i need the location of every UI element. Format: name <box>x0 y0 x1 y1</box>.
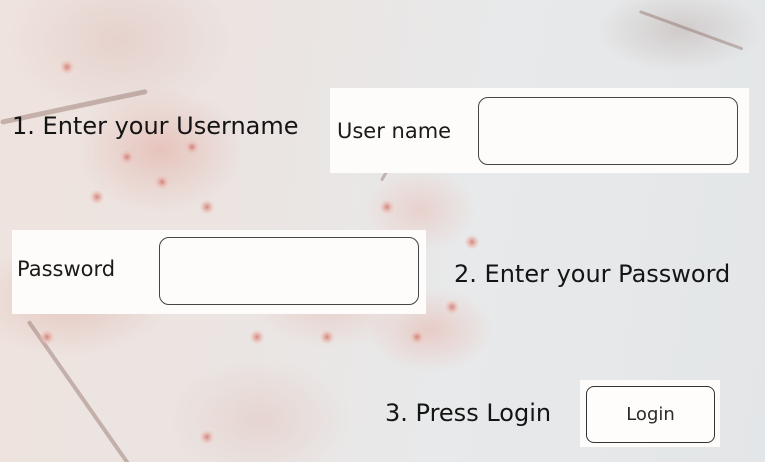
blossom-decoration <box>200 200 214 214</box>
blossom-decoration <box>120 150 134 164</box>
blossom-decoration <box>465 235 479 249</box>
blossom-decoration <box>380 200 394 214</box>
password-input[interactable] <box>159 237 419 305</box>
blossom-decoration <box>410 330 424 344</box>
login-panel: Login <box>580 380 720 447</box>
blossom-decoration <box>250 330 264 344</box>
step-1-instruction: 1. Enter your Username <box>12 112 299 140</box>
blossom-decoration <box>185 140 199 154</box>
username-label: User name <box>337 119 452 143</box>
password-panel: Password <box>12 230 426 314</box>
step-3-instruction: 3. Press Login <box>385 399 552 427</box>
branch-decoration <box>638 10 744 51</box>
blossom-decoration <box>200 430 214 444</box>
step-2-instruction: 2. Enter your Password <box>454 260 731 288</box>
blossom-decoration <box>445 300 459 314</box>
blossom-decoration <box>40 330 54 344</box>
login-button[interactable]: Login <box>586 386 715 443</box>
username-panel: User name <box>330 88 749 173</box>
password-label: Password <box>17 257 116 281</box>
username-input[interactable] <box>478 97 738 165</box>
blossom-decoration <box>60 60 74 74</box>
blossom-decoration <box>320 330 334 344</box>
blossom-decoration <box>90 190 104 204</box>
blossom-decoration <box>155 175 169 189</box>
